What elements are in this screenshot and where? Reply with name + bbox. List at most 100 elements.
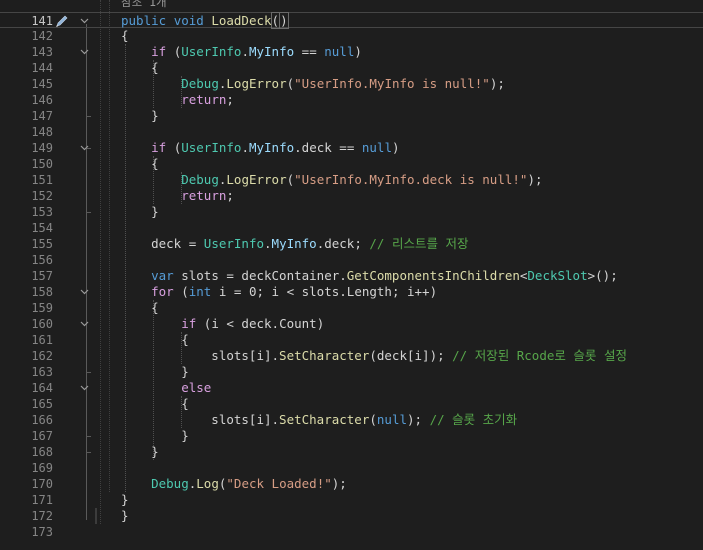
code-line[interactable]: 160 if (i < deck.Count) bbox=[0, 316, 703, 332]
code-token: slots = deckContainer. bbox=[173, 268, 347, 283]
code-text[interactable]: Debug.LogError("UserInfo.MyInfo.deck is … bbox=[121, 172, 542, 188]
code-token: SetCharacter bbox=[279, 412, 370, 427]
chevron-down-icon[interactable] bbox=[80, 321, 89, 327]
pencil-icon[interactable] bbox=[54, 14, 70, 28]
code-line[interactable]: 144 { bbox=[0, 60, 703, 76]
code-text[interactable]: if (UserInfo.MyInfo == null) bbox=[121, 44, 362, 60]
code-token: int bbox=[188, 284, 212, 299]
code-text[interactable]: return; bbox=[121, 92, 234, 108]
code-text[interactable]: { bbox=[121, 332, 189, 348]
code-text[interactable]: else bbox=[121, 380, 211, 396]
code-token: UserInfo bbox=[181, 140, 242, 155]
code-text[interactable]: } bbox=[121, 108, 159, 124]
line-number: 167 bbox=[31, 429, 53, 443]
code-line[interactable]: 172} bbox=[0, 508, 703, 524]
code-token: ( bbox=[286, 172, 295, 187]
code-line[interactable]: 154 bbox=[0, 220, 703, 236]
code-token: ); bbox=[331, 476, 347, 491]
code-text[interactable]: public void LoadDeck() bbox=[121, 12, 289, 29]
code-token: LoadDeck bbox=[211, 13, 272, 28]
code-text[interactable]: { bbox=[121, 396, 189, 412]
code-line[interactable]: 164 else bbox=[0, 380, 703, 396]
code-line[interactable]: 151 Debug.LogError("UserInfo.MyInfo.deck… bbox=[0, 172, 703, 188]
code-editor[interactable]: 참조 1개 141 public void LoadDeck() 142 {143 i… bbox=[0, 0, 703, 550]
code-text[interactable]: Debug.Log("Deck Loaded!"); bbox=[121, 476, 347, 492]
code-line[interactable]: 169 bbox=[0, 460, 703, 476]
code-text[interactable]: { bbox=[121, 60, 159, 76]
code-line[interactable]: 147 } bbox=[0, 108, 703, 124]
code-line[interactable]: 148 bbox=[0, 124, 703, 140]
code-token: // 슬롯 초기화 bbox=[429, 412, 518, 427]
code-text[interactable]: } bbox=[121, 428, 189, 444]
code-text[interactable]: if (i < deck.Count) bbox=[121, 316, 324, 332]
code-token: . bbox=[264, 236, 272, 251]
code-line[interactable]: 156 bbox=[0, 252, 703, 268]
code-text[interactable]: } bbox=[121, 508, 129, 524]
code-line[interactable]: 163 } bbox=[0, 364, 703, 380]
line-number: 142 bbox=[31, 29, 53, 43]
code-line[interactable]: 150 { bbox=[0, 156, 703, 172]
code-line[interactable]: 152 return; bbox=[0, 188, 703, 204]
line-number: 149 bbox=[31, 141, 53, 155]
code-line[interactable]: 173 bbox=[0, 524, 703, 540]
chevron-down-icon[interactable] bbox=[80, 49, 89, 55]
code-text[interactable]: } bbox=[121, 204, 159, 220]
line-number: 141 bbox=[31, 14, 53, 28]
code-text[interactable]: { bbox=[121, 156, 159, 172]
code-token: MyInfo bbox=[248, 140, 295, 155]
code-token: } bbox=[121, 204, 159, 219]
chevron-down-icon[interactable] bbox=[80, 145, 89, 151]
code-text[interactable]: return; bbox=[121, 188, 234, 204]
code-line[interactable]: 158 for (int i = 0; i < slots.Length; i+… bbox=[0, 284, 703, 300]
code-token: "Deck Loaded!" bbox=[226, 476, 332, 491]
line-number: 155 bbox=[31, 237, 53, 251]
code-token: DeckSlot bbox=[527, 268, 588, 283]
code-text[interactable]: var slots = deckContainer.GetComponentsI… bbox=[121, 268, 618, 284]
code-text[interactable]: slots[i].SetCharacter(deck[i]); // 저장된 R… bbox=[121, 348, 627, 364]
code-line[interactable]: 161 { bbox=[0, 332, 703, 348]
code-line[interactable]: 149 if (UserInfo.MyInfo.deck == null) bbox=[0, 140, 703, 156]
code-line[interactable]: 166 slots[i].SetCharacter(null); // 슬롯 초… bbox=[0, 412, 703, 428]
code-line[interactable]: 162 slots[i].SetCharacter(deck[i]); // 저… bbox=[0, 348, 703, 364]
code-token: (deck[i]); bbox=[369, 348, 453, 363]
code-token: public bbox=[121, 13, 167, 28]
code-text[interactable]: } bbox=[121, 444, 159, 460]
code-text[interactable]: { bbox=[121, 28, 129, 44]
code-line[interactable]: 142 { bbox=[0, 28, 703, 44]
code-line[interactable]: 143 if (UserInfo.MyInfo == null) bbox=[0, 44, 703, 60]
code-text[interactable]: slots[i].SetCharacter(null); // 슬롯 초기화 bbox=[121, 412, 517, 428]
code-line[interactable]: 157 var slots = deckContainer.GetCompone… bbox=[0, 268, 703, 284]
code-lens-references[interactable]: 참조 1개 bbox=[121, 0, 167, 10]
code-line[interactable]: 146 return; bbox=[0, 92, 703, 108]
code-line[interactable]: 171} bbox=[0, 492, 703, 508]
code-text[interactable]: { bbox=[121, 300, 159, 316]
chevron-down-icon[interactable] bbox=[80, 18, 89, 24]
chevron-down-icon[interactable] bbox=[80, 385, 89, 391]
code-token: >(); bbox=[587, 268, 618, 283]
code-line[interactable]: 145 Debug.LogError("UserInfo.MyInfo is n… bbox=[0, 76, 703, 92]
code-line[interactable]: 159 { bbox=[0, 300, 703, 316]
code-line[interactable]: 167 } bbox=[0, 428, 703, 444]
code-token: ) bbox=[279, 12, 289, 29]
code-text[interactable]: Debug.LogError("UserInfo.MyInfo is null!… bbox=[121, 76, 505, 92]
code-token: { bbox=[121, 156, 159, 171]
code-text[interactable]: if (UserInfo.MyInfo.deck == null) bbox=[121, 140, 399, 156]
code-token: "UserInfo.MyInfo.deck is null!" bbox=[294, 172, 528, 187]
code-line[interactable]: 170 Debug.Log("Deck Loaded!"); bbox=[0, 476, 703, 492]
chevron-down-icon[interactable] bbox=[80, 289, 89, 295]
code-line[interactable]: 168 } bbox=[0, 444, 703, 460]
code-text[interactable]: for (int i = 0; i < slots.Length; i++) bbox=[121, 284, 437, 300]
code-line[interactable]: 153 } bbox=[0, 204, 703, 220]
code-token: { bbox=[121, 28, 129, 43]
code-text[interactable]: } bbox=[121, 492, 129, 508]
code-token: Debug bbox=[181, 172, 219, 187]
code-text[interactable]: } bbox=[121, 364, 189, 380]
code-token: LogError bbox=[226, 172, 287, 187]
code-line[interactable]: 165 { bbox=[0, 396, 703, 412]
code-line[interactable]: 141 public void LoadDeck() bbox=[0, 12, 703, 29]
code-line[interactable]: 155 deck = UserInfo.MyInfo.deck; // 리스트를… bbox=[0, 236, 703, 252]
code-text[interactable]: deck = UserInfo.MyInfo.deck; // 리스트를 저장 bbox=[121, 236, 468, 252]
